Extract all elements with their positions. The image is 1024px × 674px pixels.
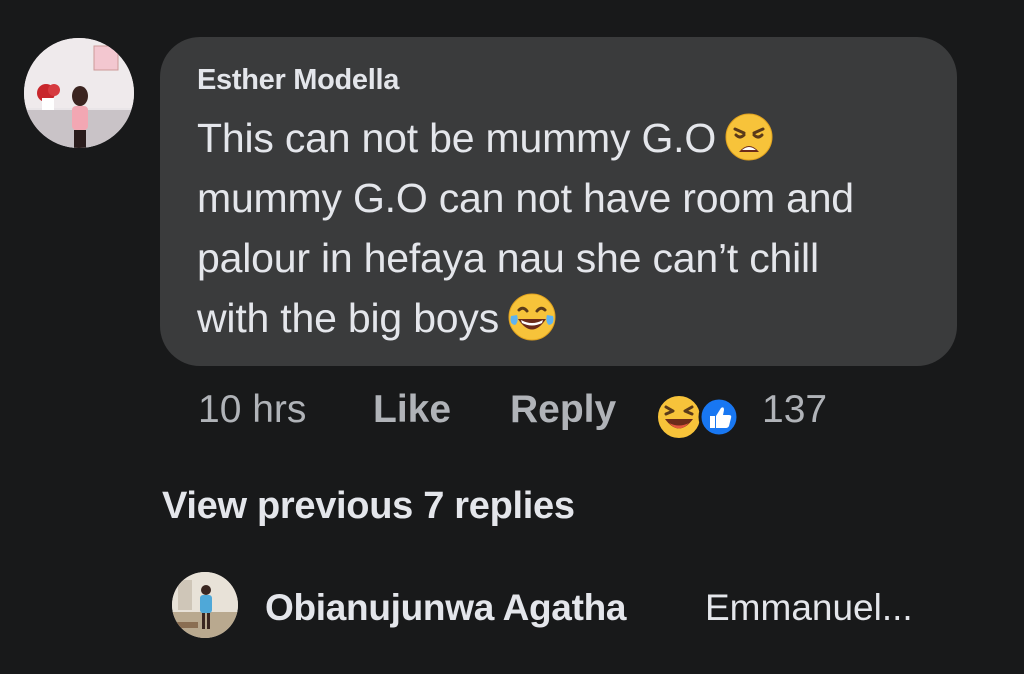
comment-line-1: This can not be mummy G.O — [197, 115, 717, 161]
comment-timestamp: 10 hrs — [198, 388, 307, 431]
comment-line-2: mummy G.O can not have room and — [197, 175, 854, 221]
comment-text-line: This can not be mummy G.O — [197, 108, 937, 168]
tears-of-joy-emoji-icon — [507, 292, 557, 342]
profile-photo — [24, 38, 134, 148]
view-previous-replies-link[interactable]: View previous 7 replies — [162, 485, 575, 528]
reply-avatar[interactable] — [172, 572, 238, 638]
weary-face-emoji-icon — [724, 112, 774, 162]
reply-preview-text[interactable]: Emmanuel... — [705, 587, 913, 629]
comment-text: This can not be mummy G.O mummy G.O can … — [197, 108, 937, 348]
profile-photo — [172, 572, 238, 638]
avatar[interactable] — [24, 38, 134, 148]
comment-line-3: palour in hefaya nau she can’t chill — [197, 235, 819, 281]
reply-author-name[interactable]: Obianujunwa Agatha — [265, 587, 626, 629]
like-reaction-icon — [698, 396, 740, 438]
laughing-reaction-icon — [656, 394, 702, 440]
like-button[interactable]: Like — [373, 388, 451, 432]
reaction-count[interactable]: 137 — [762, 388, 827, 432]
comment-thread: Esther Modella This can not be mummy G.O… — [0, 0, 1024, 674]
reply-button[interactable]: Reply — [510, 388, 616, 432]
comment-text-line: with the big boys — [197, 288, 937, 348]
reactions-summary[interactable] — [655, 392, 745, 442]
comment-line-4: with the big boys — [197, 295, 499, 341]
comment-author-name[interactable]: Esther Modella — [197, 64, 399, 97]
